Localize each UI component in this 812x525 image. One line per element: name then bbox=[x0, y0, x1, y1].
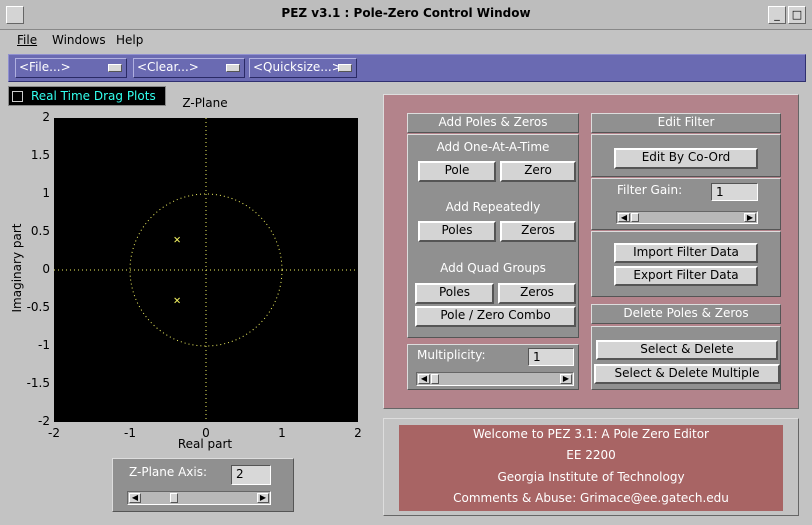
slider-thumb[interactable] bbox=[631, 213, 639, 222]
slider-thumb[interactable] bbox=[169, 493, 178, 503]
add-quad-poles-button[interactable]: Poles bbox=[415, 283, 494, 304]
welcome-institution: Georgia Institute of Technology bbox=[497, 470, 685, 484]
y-tick-label: 0 bbox=[42, 262, 50, 276]
zplane-axis-label: Z-Plane Axis: bbox=[129, 465, 208, 479]
slider-right-arrow-icon[interactable]: ▶ bbox=[560, 374, 572, 384]
minimize-icon[interactable]: _ bbox=[768, 6, 786, 24]
zplane-axis-panel: Z-Plane Axis: 2 ◀ ▶ bbox=[112, 458, 294, 512]
select-delete-button[interactable]: Select & Delete bbox=[596, 340, 778, 360]
realtime-drag-toggle[interactable]: Real Time Drag Plots bbox=[8, 86, 166, 106]
pole-marker[interactable] bbox=[174, 297, 180, 304]
realtime-label: Real Time Drag Plots bbox=[31, 89, 156, 103]
pole-zero-combo-button[interactable]: Pole / Zero Combo bbox=[415, 306, 576, 327]
file-dropdown[interactable]: <File...> bbox=[15, 58, 127, 78]
title-bar[interactable]: PEZ v3.1 : Pole-Zero Control Window _ □ bbox=[0, 0, 812, 30]
y-tick-label: 1.5 bbox=[30, 148, 50, 162]
slider-right-arrow-icon[interactable]: ▶ bbox=[257, 493, 269, 503]
clear-dropdown[interactable]: <Clear...> bbox=[133, 58, 245, 78]
z-plane-canvas bbox=[54, 118, 358, 422]
add-pole-button[interactable]: Pole bbox=[418, 161, 496, 182]
x-tick-label: 0 bbox=[202, 426, 210, 440]
multiplicity-input[interactable]: 1 bbox=[528, 348, 574, 366]
window-title: PEZ v3.1 : Pole-Zero Control Window bbox=[281, 6, 531, 20]
quicksize-dropdown[interactable]: <Quicksize...> bbox=[249, 58, 357, 78]
realtime-checkbox[interactable] bbox=[12, 91, 23, 102]
add-quad-label: Add Quad Groups bbox=[440, 261, 546, 275]
x-tick-label: -1 bbox=[124, 426, 136, 440]
zplane-axis-input[interactable]: 2 bbox=[231, 465, 271, 485]
y-tick-label: 2 bbox=[42, 110, 50, 124]
maximize-icon[interactable]: □ bbox=[788, 6, 806, 24]
filter-gain-label: Filter Gain: bbox=[617, 183, 683, 197]
welcome-course: EE 2200 bbox=[566, 448, 616, 462]
edit-filter-header: Edit Filter bbox=[591, 113, 781, 133]
filter-gain-input[interactable]: 1 bbox=[711, 183, 758, 201]
filter-data-group bbox=[591, 231, 781, 297]
slider-right-arrow-icon[interactable]: ▶ bbox=[744, 213, 756, 222]
plot-title: Z-Plane bbox=[182, 96, 228, 110]
slider-left-arrow-icon[interactable]: ◀ bbox=[418, 374, 430, 384]
z-plane-plot[interactable] bbox=[54, 118, 358, 422]
import-filter-button[interactable]: Import Filter Data bbox=[614, 243, 758, 263]
y-tick-label: -0.5 bbox=[26, 300, 50, 314]
filter-gain-slider[interactable]: ◀ ▶ bbox=[616, 211, 758, 224]
add-group-header: Add Poles & Zeros bbox=[407, 113, 579, 133]
dropdown-arrow-icon bbox=[226, 64, 240, 72]
welcome-title: Welcome to PEZ 3.1: A Pole Zero Editor bbox=[472, 427, 709, 441]
menu-bar: File Windows Help bbox=[0, 30, 812, 52]
add-zero-button[interactable]: Zero bbox=[500, 161, 576, 182]
x-tick-label: 1 bbox=[278, 426, 286, 440]
slider-left-arrow-icon[interactable]: ◀ bbox=[618, 213, 630, 222]
add-zeros-repeat-button[interactable]: Zeros bbox=[500, 221, 576, 242]
add-repeatedly-label: Add Repeatedly bbox=[445, 200, 541, 214]
export-filter-button[interactable]: Export Filter Data bbox=[614, 266, 758, 286]
y-tick-label: -1 bbox=[38, 338, 50, 352]
add-one-label: Add One-At-A-Time bbox=[436, 140, 550, 154]
slider-left-arrow-icon[interactable]: ◀ bbox=[129, 493, 141, 503]
zplane-axis-slider[interactable]: ◀ ▶ bbox=[127, 491, 271, 505]
file-dropdown-label: <File...> bbox=[19, 60, 71, 74]
x-tick-label: 2 bbox=[354, 426, 362, 440]
welcome-contact: Comments & Abuse: Grimace@ee.gatech.edu bbox=[453, 491, 729, 505]
delete-group-header: Delete Poles & Zeros bbox=[591, 304, 781, 324]
toolbar: <File...> <Clear...> <Quicksize...> bbox=[8, 54, 806, 82]
add-quad-zeros-button[interactable]: Zeros bbox=[498, 283, 576, 304]
clear-dropdown-label: <Clear...> bbox=[137, 60, 199, 74]
menu-file[interactable]: File bbox=[17, 33, 37, 47]
multiplicity-slider[interactable]: ◀ ▶ bbox=[416, 372, 574, 386]
select-delete-multiple-button[interactable]: Select & Delete Multiple bbox=[594, 364, 780, 384]
edit-by-coord-button[interactable]: Edit By Co-Ord bbox=[614, 148, 758, 169]
y-tick-label: 1 bbox=[42, 186, 50, 200]
menu-windows[interactable]: Windows bbox=[52, 33, 106, 47]
multiplicity-label: Multiplicity: bbox=[417, 348, 486, 362]
y-tick-label: 0.5 bbox=[30, 224, 50, 238]
slider-thumb[interactable] bbox=[431, 374, 439, 384]
dropdown-arrow-icon bbox=[338, 64, 352, 72]
menu-help[interactable]: Help bbox=[116, 33, 143, 47]
x-tick-label: -2 bbox=[48, 426, 60, 440]
dropdown-arrow-icon bbox=[108, 64, 122, 72]
quicksize-dropdown-label: <Quicksize...> bbox=[253, 60, 342, 74]
add-poles-repeat-button[interactable]: Poles bbox=[418, 221, 496, 242]
pole-marker[interactable] bbox=[174, 236, 180, 243]
y-tick-label: -1.5 bbox=[26, 376, 50, 390]
